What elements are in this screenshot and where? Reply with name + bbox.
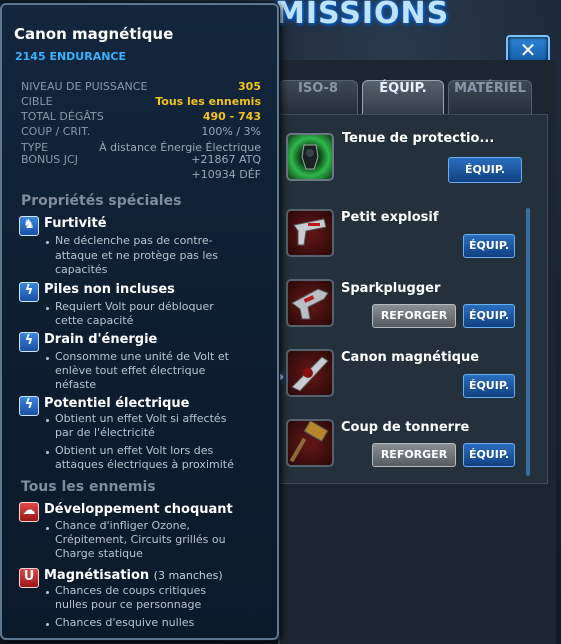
property-desc: Chances de coups critiques bbox=[55, 584, 207, 597]
stat-value: Tous les ennemis bbox=[155, 95, 261, 108]
stat-label: CIBLE bbox=[21, 95, 53, 108]
property-title: Magnétisation (3 manches) bbox=[44, 568, 223, 583]
cannon-icon bbox=[286, 349, 334, 397]
magnet-icon: U bbox=[19, 568, 39, 588]
property-desc: Obtient un effet Volt si affectés bbox=[55, 412, 227, 425]
item-endurance: 2145 ENDURANCE bbox=[15, 50, 127, 63]
stat-label: NIVEAU DE PUISSANCE bbox=[21, 80, 148, 93]
item-name: Tenue de protectio... bbox=[342, 131, 495, 146]
stat-value: +10934 DÉF bbox=[191, 168, 261, 181]
property-title: Potentiel électrique bbox=[44, 396, 190, 411]
pistol-icon bbox=[286, 209, 334, 257]
list-scrollbar[interactable] bbox=[526, 208, 530, 476]
property-desc: attaque et ne protège pas les bbox=[55, 249, 218, 262]
item-name: Canon magnétique bbox=[341, 350, 480, 365]
item-name: Petit explosif bbox=[341, 210, 439, 225]
stat-value: 305 bbox=[238, 80, 261, 93]
property-desc: Consomme une unité de Volt et bbox=[55, 350, 229, 363]
tab-equip[interactable]: ÉQUIP. bbox=[362, 80, 444, 114]
property-note: (3 manches) bbox=[153, 569, 223, 582]
suit-icon bbox=[286, 133, 334, 181]
equip-button[interactable]: ÉQUIP. bbox=[463, 443, 515, 467]
tab-iso8[interactable]: ISO-8 bbox=[278, 80, 358, 114]
item-title: Canon magnétique bbox=[14, 25, 174, 43]
blaster-icon bbox=[286, 279, 334, 327]
stat-label: COUP / CRIT. bbox=[21, 125, 91, 138]
property-desc: cette capacité bbox=[55, 314, 134, 327]
property-desc: nulles pour ce personnage bbox=[55, 598, 202, 611]
property-desc: enlève tout effet électrique bbox=[55, 364, 206, 377]
property-desc: capacités bbox=[55, 263, 108, 276]
stat-value: +21867 ATQ bbox=[191, 153, 261, 166]
item-name: Coup de tonnerre bbox=[341, 420, 470, 435]
equip-button[interactable]: ÉQUIP. bbox=[463, 234, 515, 258]
property-desc: Requiert Volt pour débloquer bbox=[55, 300, 214, 313]
tab-materiel[interactable]: MATÉRIEL bbox=[448, 80, 532, 114]
equip-button[interactable]: ÉQUIP. bbox=[463, 374, 515, 398]
tab-bar: ISO-8 ÉQUIP. MATÉRIEL bbox=[278, 80, 548, 114]
property-desc: attaques électriques à proximité bbox=[55, 458, 234, 471]
lightning-icon: ϟ bbox=[19, 282, 39, 302]
property-desc: Obtient un effet Volt lors des bbox=[55, 444, 214, 457]
item-tooltip: Canon magnétique 2145 ENDURANCE NIVEAU D… bbox=[0, 3, 279, 640]
property-desc: Crépitement, Circuits grillés ou bbox=[55, 533, 226, 546]
stat-label: TOTAL DÉGÂTS bbox=[21, 110, 104, 123]
lightning-icon: ϟ bbox=[19, 332, 39, 352]
reforge-button[interactable]: REFORGER bbox=[372, 304, 456, 328]
property-title: Piles non incluses bbox=[44, 282, 175, 297]
stat-value: 490 - 743 bbox=[202, 110, 261, 123]
equip-button[interactable]: ÉQUIP. bbox=[463, 304, 515, 328]
property-title: Drain d'énergie bbox=[44, 332, 158, 347]
property-title: Développement choquant bbox=[44, 502, 233, 517]
property-desc: Charge statique bbox=[55, 547, 143, 560]
shock-icon: ☁ bbox=[19, 502, 39, 522]
property-desc: Ne déclenche pas de contre- bbox=[55, 234, 213, 247]
screen-title: MISSIONS bbox=[275, 0, 450, 31]
stat-label: BONUS JCJ bbox=[21, 153, 78, 166]
property-desc: Chances d'esquive nulles bbox=[55, 616, 195, 629]
property-desc: Chance d'infliger Ozone, bbox=[55, 519, 190, 532]
property-desc: par de l'électricité bbox=[55, 426, 155, 439]
reforge-button[interactable]: REFORGER bbox=[372, 443, 456, 467]
item-name: Sparkplugger bbox=[341, 281, 441, 296]
lightning-icon: ϟ bbox=[19, 396, 39, 416]
close-icon: ✕ bbox=[519, 38, 537, 62]
stat-value: 100% / 3% bbox=[201, 125, 261, 138]
section-header: Propriétés spéciales bbox=[21, 193, 182, 209]
hammer-icon bbox=[286, 419, 334, 467]
stealth-icon: ♞ bbox=[19, 216, 39, 236]
equip-button[interactable]: ÉQUIP. bbox=[448, 157, 522, 183]
property-title: Furtivité bbox=[44, 216, 107, 231]
property-desc: néfaste bbox=[55, 378, 97, 391]
section-header: Tous les ennemis bbox=[21, 479, 156, 495]
